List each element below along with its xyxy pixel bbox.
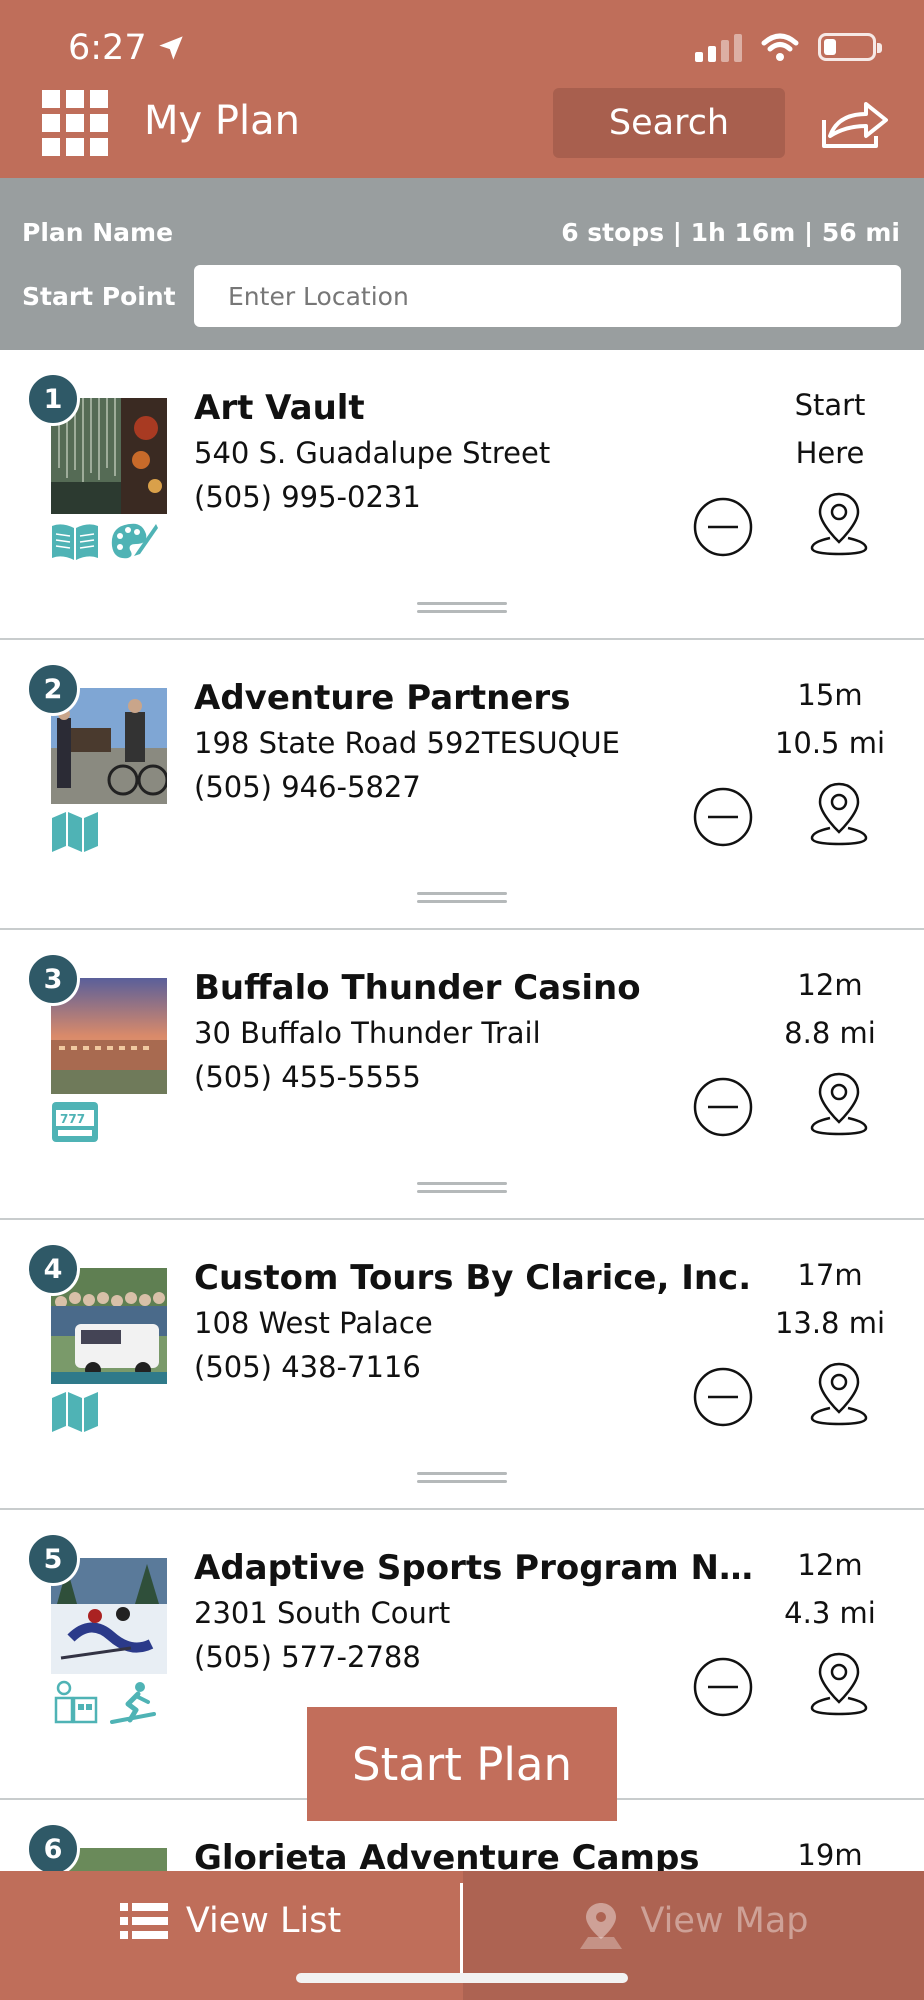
map-icon	[52, 812, 98, 852]
stop-item-4[interactable]: 4 Custom Tours By Clarice, Inc. 108 West…	[0, 1220, 924, 1510]
stop-categories	[50, 520, 158, 564]
app-header: 6:27 My Plan Search	[0, 0, 924, 178]
remove-stop-icon[interactable]	[692, 1656, 754, 1718]
stop-address: 540 S. Guadalupe Street	[194, 436, 551, 470]
stop-distance: 4.3 mi	[784, 1596, 876, 1630]
search-button[interactable]: Search	[553, 88, 785, 158]
stop-number-badge: 1	[26, 372, 80, 426]
stop-number-badge: 2	[26, 662, 80, 716]
stop-name[interactable]: Adventure Partners	[194, 678, 570, 718]
drag-handle[interactable]	[417, 892, 507, 906]
stop-categories	[50, 1680, 158, 1724]
tab-view-list[interactable]: View List	[0, 1871, 461, 1971]
stop-categories	[50, 1390, 100, 1434]
stop-number-badge: 3	[26, 952, 80, 1006]
drag-handle[interactable]	[417, 1182, 507, 1196]
wifi-icon	[761, 33, 799, 61]
remove-stop-icon[interactable]	[692, 496, 754, 558]
stop-distance: 13.8 mi	[774, 1306, 886, 1340]
stop-address: 108 West Palace	[194, 1306, 433, 1340]
status-time-text: 6:27	[68, 28, 147, 68]
location-arrow-icon	[158, 36, 183, 60]
stop-duration: Start	[794, 388, 866, 422]
stop-number-badge: 5	[26, 1532, 80, 1586]
skier-icon	[110, 1682, 156, 1724]
menu-grid-icon[interactable]	[42, 90, 108, 156]
cellular-signal-icon	[695, 32, 742, 62]
drag-handle[interactable]	[417, 1472, 507, 1486]
start-location-input[interactable]	[194, 265, 901, 327]
stop-phone[interactable]: (505) 438-7116	[194, 1350, 421, 1384]
start-point-label: Start Point	[22, 282, 176, 311]
plan-summary-bar: Plan Name 6 stops | 1h 16m | 56 mi Start…	[0, 178, 924, 350]
status-time: 6:27	[68, 28, 185, 68]
stop-item-1[interactable]: 1 Art Vault 540 S. Guadalupe Street (505…	[0, 350, 924, 640]
stop-categories: 777	[50, 1100, 100, 1144]
stop-phone[interactable]: (505) 995-0231	[194, 480, 421, 514]
stop-item-2[interactable]: 2 Adventure Partners 198 State Road 592T…	[0, 640, 924, 930]
map-pin-icon[interactable]	[808, 1650, 870, 1718]
stop-number-badge: 4	[26, 1242, 80, 1296]
stop-number-badge: 6	[26, 1822, 80, 1876]
map-icon	[52, 1392, 98, 1432]
map-pin-icon[interactable]	[808, 490, 870, 558]
stop-duration: 17m	[797, 1258, 863, 1292]
drag-handle[interactable]	[417, 602, 507, 616]
stop-distance: 8.8 mi	[784, 1016, 876, 1050]
book-icon	[52, 524, 98, 560]
map-pin-icon[interactable]	[808, 780, 870, 848]
stop-phone[interactable]: (505) 455-5555	[194, 1060, 421, 1094]
start-plan-button[interactable]: Start Plan	[307, 1707, 617, 1821]
stop-phone[interactable]: (505) 946-5827	[194, 770, 421, 804]
stop-address: 198 State Road 592TESUQUE	[194, 726, 620, 760]
stop-address: 2301 South Court	[194, 1596, 451, 1630]
status-icons	[695, 32, 882, 62]
plan-name-label[interactable]: Plan Name	[22, 218, 173, 247]
tab-view-list-label: View List	[185, 1901, 342, 1941]
stop-duration: 12m	[797, 968, 863, 1002]
bottom-nav: View List View Map	[0, 1871, 924, 2000]
stop-duration: 12m	[797, 1548, 863, 1582]
palette-icon	[111, 523, 158, 559]
stop-duration: 19m	[797, 1838, 863, 1872]
map-pin-icon[interactable]	[808, 1360, 870, 1428]
map-pin-icon	[580, 1903, 623, 1949]
page-title: My Plan	[144, 98, 300, 144]
stop-phone[interactable]: (505) 577-2788	[194, 1640, 421, 1674]
tab-view-map-label: View Map	[640, 1901, 809, 1941]
list-icon	[119, 1903, 168, 1939]
ski-lodge-icon	[54, 1680, 98, 1724]
map-pin-icon[interactable]	[808, 1070, 870, 1138]
stop-name[interactable]: Buffalo Thunder Casino	[194, 968, 641, 1008]
battery-icon	[818, 33, 882, 61]
stop-distance: 10.5 mi	[774, 726, 886, 760]
remove-stop-icon[interactable]	[692, 786, 754, 848]
stop-duration: 15m	[797, 678, 863, 712]
stop-name[interactable]: Adaptive Sports Program New...	[194, 1548, 762, 1588]
stop-distance: Here	[795, 436, 865, 470]
stop-address: 30 Buffalo Thunder Trail	[194, 1016, 541, 1050]
stop-name[interactable]: Art Vault	[194, 388, 365, 428]
remove-stop-icon[interactable]	[692, 1366, 754, 1428]
slot-machine-icon: 777	[52, 1102, 98, 1142]
stop-name[interactable]: Custom Tours By Clarice, Inc.	[194, 1258, 751, 1298]
share-icon[interactable]	[818, 96, 890, 152]
remove-stop-icon[interactable]	[692, 1076, 754, 1138]
home-indicator	[296, 1973, 628, 1983]
svg-text:777: 777	[60, 1112, 85, 1126]
plan-stats: 6 stops | 1h 16m | 56 mi	[561, 218, 900, 247]
stop-categories	[50, 810, 100, 854]
stop-item-3[interactable]: 3 777 Buffalo Thunder Casino 30 Buffalo …	[0, 930, 924, 1220]
